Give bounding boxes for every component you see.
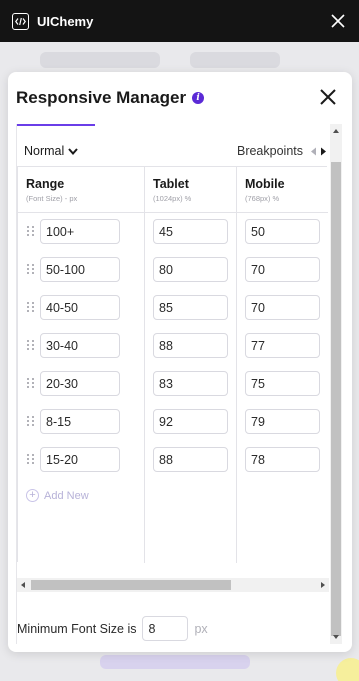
responsive-manager-panel: Responsive Manager i Normal Breakpoints (8, 72, 352, 652)
tablet-input[interactable]: 80 (153, 257, 228, 282)
drag-handle-icon[interactable] (27, 302, 35, 314)
column-header-tablet: Tablet (1024px) % (153, 177, 191, 203)
min-font-input[interactable]: 8 (142, 616, 189, 641)
range-input[interactable]: 30-40 (40, 333, 120, 358)
horizontal-scrollbar[interactable] (17, 578, 329, 592)
column-header-range: Range (Font Size) - px (26, 177, 77, 203)
column-header-mobile: Mobile (768px) % (245, 177, 285, 203)
drag-handle-icon[interactable] (27, 454, 35, 466)
scroll-right-icon[interactable] (321, 582, 325, 588)
close-app-icon[interactable] (329, 12, 347, 30)
breakpoint-table: Range (Font Size) - px Tablet (1024px) %… (17, 166, 328, 563)
panel-content: Normal Breakpoints Range (Font Size) - p… (16, 124, 330, 644)
vertical-scrollbar[interactable] (330, 124, 342, 644)
background-blur (336, 658, 359, 681)
panel-title: Responsive Manager (16, 88, 187, 107)
tablet-input[interactable]: 88 (153, 333, 228, 358)
tablet-input[interactable]: 83 (153, 371, 228, 396)
column-title: Mobile (245, 177, 285, 191)
min-font-label: Minimum Font Size is (17, 621, 137, 636)
mobile-input[interactable]: 79 (245, 409, 320, 434)
arrow-left-icon[interactable] (310, 147, 317, 156)
scroll-down-icon[interactable] (333, 635, 339, 639)
background-blur (100, 655, 250, 669)
range-input[interactable]: 15-20 (40, 447, 120, 472)
drag-handle-icon[interactable] (27, 416, 35, 428)
app-topbar: UIChemy (0, 0, 359, 42)
app-brand: UIChemy (37, 13, 94, 29)
mode-dropdown[interactable]: Normal (24, 144, 79, 158)
min-font-unit: px (194, 621, 208, 636)
mobile-input[interactable]: 70 (245, 295, 320, 320)
plus-circle-icon: + (26, 489, 39, 502)
range-input[interactable]: 100+ (40, 219, 120, 244)
mode-dropdown-label: Normal (24, 144, 65, 158)
column-subtitle: (1024px) % (153, 194, 192, 203)
code-icon (12, 12, 29, 30)
column-divider (144, 167, 145, 563)
column-subtitle: (768px) % (245, 194, 280, 203)
range-input[interactable]: 8-15 (40, 409, 120, 434)
scroll-up-icon[interactable] (333, 129, 339, 133)
scroll-left-icon[interactable] (21, 582, 25, 588)
chevron-down-icon (68, 147, 79, 155)
breakpoints-label: Breakpoints (236, 144, 303, 158)
add-new-label: Add New (44, 489, 89, 502)
mobile-input[interactable]: 75 (245, 371, 320, 396)
controls-row: Normal Breakpoints (17, 138, 327, 164)
mobile-input[interactable]: 77 (245, 333, 320, 358)
mobile-input[interactable]: 78 (245, 447, 320, 472)
breakpoints-control: Breakpoints (237, 144, 327, 158)
drag-handle-icon[interactable] (27, 226, 35, 238)
column-subtitle: (Font Size) - px (26, 194, 78, 203)
background-blur (40, 52, 160, 68)
range-input[interactable]: 50-100 (40, 257, 120, 282)
tablet-input[interactable]: 45 (153, 219, 228, 244)
header-divider (18, 212, 328, 213)
column-title: Range (26, 177, 65, 191)
drag-handle-icon[interactable] (27, 378, 35, 390)
mobile-input[interactable]: 50 (245, 219, 320, 244)
active-tab-indicator (17, 124, 95, 126)
drag-handle-icon[interactable] (27, 264, 35, 276)
mobile-input[interactable]: 70 (245, 257, 320, 282)
tablet-input[interactable]: 85 (153, 295, 228, 320)
min-font-size-row: Minimum Font Size is 8 px (17, 616, 208, 641)
drag-handle-icon[interactable] (27, 340, 35, 352)
tablet-input[interactable]: 88 (153, 447, 228, 472)
background-blur (190, 52, 280, 68)
tablet-input[interactable]: 92 (153, 409, 228, 434)
add-new-button[interactable]: + Add New (26, 489, 89, 502)
scrollbar-thumb[interactable] (31, 580, 231, 590)
column-title: Tablet (153, 177, 189, 191)
range-input[interactable]: 40-50 (40, 295, 120, 320)
info-icon[interactable]: i (192, 92, 205, 104)
scrollbar-thumb[interactable] (331, 162, 341, 636)
range-input[interactable]: 20-30 (40, 371, 120, 396)
panel-header: Responsive Manager i (8, 72, 352, 124)
close-panel-icon[interactable] (318, 87, 338, 107)
arrow-right-icon[interactable] (320, 147, 327, 156)
column-divider (236, 167, 237, 563)
